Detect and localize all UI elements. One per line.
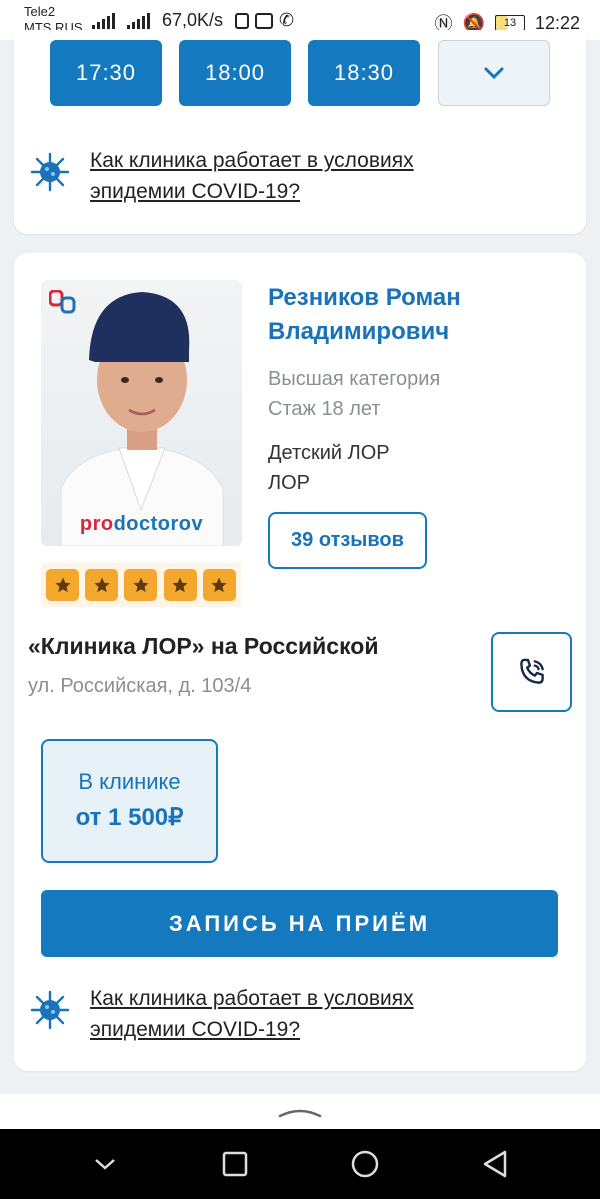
chevron-down-icon [484, 67, 504, 80]
doctor-specialty: Детский ЛОР [268, 442, 390, 464]
recents-button[interactable] [215, 1144, 255, 1184]
doctor-photo[interactable]: prodoctorov [41, 280, 242, 546]
back-button[interactable] [475, 1144, 515, 1184]
covid-link[interactable]: Как клиника работает в условиях эпидемии… [90, 983, 490, 1045]
whatsapp-icon: ✆ [279, 10, 295, 30]
bottom-sheet-handle[interactable] [0, 1094, 600, 1130]
star-icon [124, 569, 158, 601]
virus-icon [30, 152, 70, 192]
call-button[interactable] [491, 632, 572, 712]
doctor-experience: Стаж 18 лет [268, 398, 381, 420]
signal-icon [92, 12, 115, 29]
more-slots-button[interactable] [438, 40, 550, 106]
phone-icon [519, 658, 544, 684]
clinic-address: ул. Российская, д. 103/4 [28, 675, 252, 697]
triangle-back-icon [483, 1150, 507, 1178]
star-icon [202, 569, 236, 601]
home-button[interactable] [345, 1144, 385, 1184]
reviews-button[interactable]: 39 отзывов [268, 512, 427, 569]
hide-keyboard-button[interactable] [85, 1144, 125, 1184]
doctor-specialty: ЛОР [268, 472, 311, 494]
book-appointment-button[interactable]: ЗАПИСЬ НА ПРИЁМ [41, 890, 558, 957]
network-speed: 67,0K/s [162, 10, 224, 30]
covid-link[interactable]: Как клиника работает в условиях эпидемии… [90, 145, 490, 207]
square-icon [222, 1151, 248, 1177]
doctor-portrait [60, 292, 224, 546]
signal-4g-icon [127, 12, 150, 29]
circle-icon [351, 1150, 379, 1178]
time-slot-button[interactable]: 18:30 [308, 40, 420, 106]
time-slot-button[interactable]: 17:30 [50, 40, 162, 106]
price-label: В клинике [78, 769, 181, 794]
chevron-down-icon [95, 1159, 115, 1170]
chevron-up-icon [278, 1109, 322, 1118]
price-badge[interactable]: В клинике от 1 500₽ [41, 739, 218, 863]
carrier-1: Tele2 [24, 4, 56, 19]
previous-doctor-card: 17:30 18:00 18:30 Как клиника работает в… [14, 30, 586, 234]
doctor-name[interactable]: Резников Роман Владимирович [268, 281, 568, 349]
prodoctorov-watermark: prodoctorov [79, 513, 204, 535]
covid-info: Как клиника работает в условиях эпидемии… [30, 983, 490, 1045]
star-icon [46, 569, 80, 601]
battery-icon: 13 [494, 15, 525, 31]
system-navigation-bar [0, 1129, 600, 1199]
clinic-name[interactable]: «Клиника ЛОР» на Российской [28, 633, 379, 660]
star-icon [163, 569, 197, 601]
covid-info: Как клиника работает в условиях эпидемии… [30, 145, 490, 207]
time-slot-button[interactable]: 18:00 [179, 40, 291, 106]
rating-stars [41, 563, 241, 607]
sim-icon [235, 12, 250, 29]
price-value: от 1 500₽ [75, 804, 184, 831]
doctor-category: Высшая категория [268, 368, 441, 390]
vpn-icon [255, 12, 274, 29]
star-icon [85, 569, 119, 601]
virus-icon [30, 990, 70, 1030]
doctor-card: prodoctorov Резников Роман Владимирович … [14, 253, 586, 1071]
